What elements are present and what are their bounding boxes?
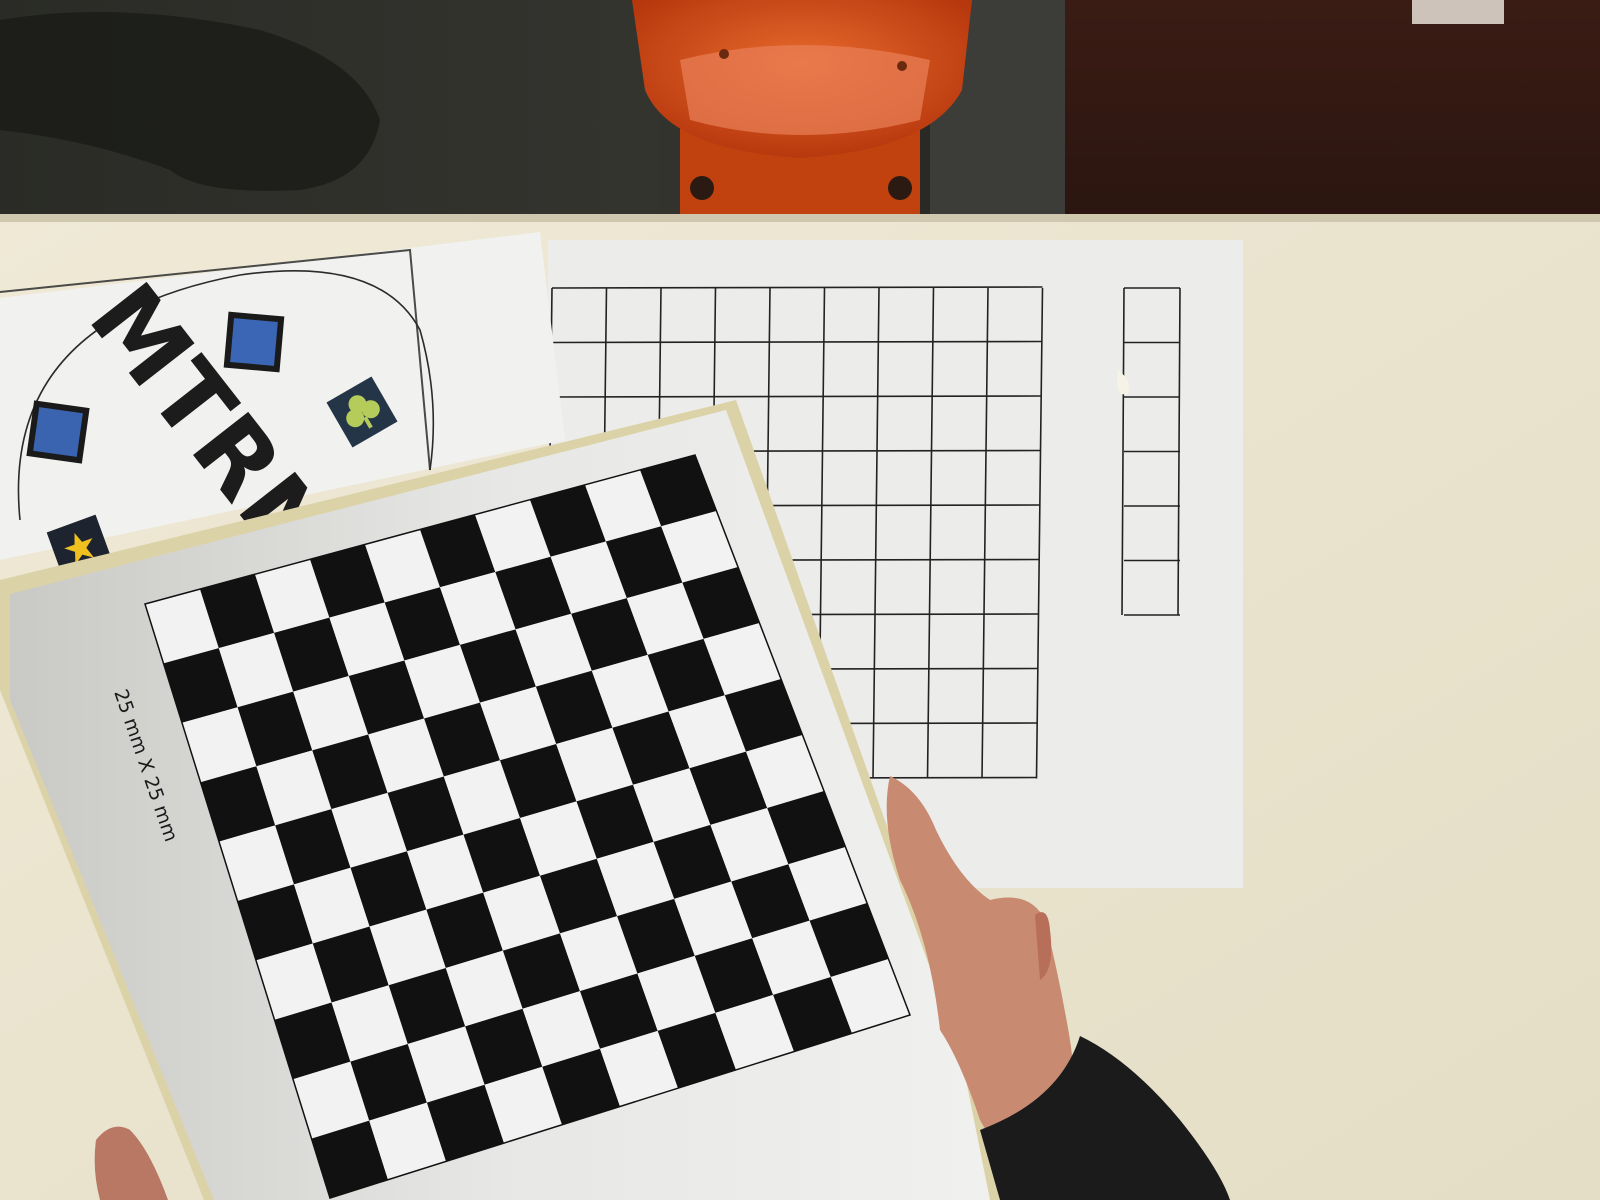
grid-line [551, 340, 1042, 344]
bolt-icon [690, 176, 714, 200]
wall [1065, 0, 1600, 222]
bolt-icon [888, 176, 912, 200]
table-edge-shadow [0, 214, 1600, 222]
blue-square-marker-icon [223, 311, 285, 373]
grid-line [550, 395, 1042, 398]
light-reflection [1412, 0, 1504, 24]
blue-square-marker-icon [26, 400, 90, 464]
bolt-icon [897, 61, 907, 71]
scene: MTRN4 25 mm X 25 mm [0, 0, 1600, 1200]
grid-line [551, 286, 1043, 289]
bolt-icon [719, 49, 729, 59]
